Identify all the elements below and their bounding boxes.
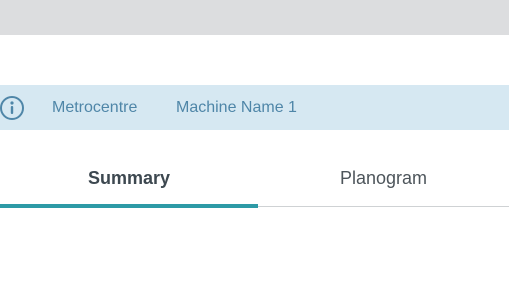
top-bar — [0, 0, 509, 35]
active-tab-indicator — [0, 204, 258, 208]
tab-planogram[interactable]: Planogram — [258, 155, 509, 208]
banner-location-text: Metrocentre — [52, 99, 138, 116]
banner-machine-name-text: Machine Name 1 — [176, 99, 297, 116]
info-icon — [0, 95, 26, 121]
tab-summary[interactable]: Summary — [0, 155, 258, 208]
info-banner: Metrocentre Machine Name 1 — [0, 85, 509, 130]
tab-bar: Summary Planogram — [0, 155, 509, 208]
